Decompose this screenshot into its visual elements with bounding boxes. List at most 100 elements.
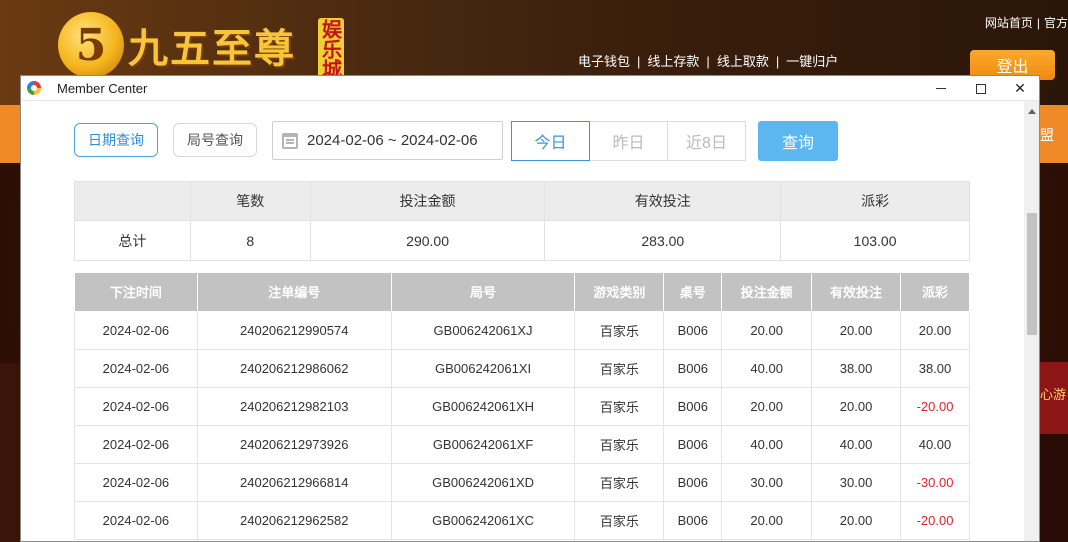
row-game-type: 百家乐 [574, 348, 665, 388]
summary-header-payout: 派彩 [780, 181, 970, 221]
row-payout: -30.00 [900, 462, 970, 502]
quick-range-group: 今日 昨日 近8日 [511, 121, 746, 161]
row-table: B006 [663, 386, 723, 426]
site-logo[interactable]: 5 九五至尊 [58, 12, 296, 78]
row-table: B006 [663, 424, 723, 464]
tab-round-query[interactable]: 局号查询 [173, 123, 257, 157]
member-center-window: Member Center ✕ 日期查询 局号查询 2024-02-06 ~ 2… [20, 75, 1040, 542]
table-row[interactable]: 2024-02-06 240206212973926 GB006242061XF 百家… [74, 424, 970, 464]
row-table: B006 [663, 500, 723, 540]
site-menu-bar-left [0, 105, 20, 163]
detail-header-round[interactable]: 局号 [390, 273, 576, 312]
table-row[interactable]: 2024-02-06 240206212966814 GB006242061XD 百家… [74, 462, 970, 502]
nav-consolidate[interactable]: 一键归户 [786, 54, 838, 69]
summary-count: 8 [189, 220, 311, 261]
summary-payout: 103.00 [780, 220, 970, 261]
table-row[interactable]: 2024-02-06 240206212986062 GB006242061XI 百家… [74, 348, 970, 388]
quick-last8days-button[interactable]: 近8日 [667, 121, 746, 161]
table-row[interactable]: 2024-02-06 240206212990574 GB006242061XJ 百家… [74, 310, 970, 350]
row-table: B006 [663, 310, 723, 350]
row-bet-amount: 20.00 [721, 310, 813, 350]
row-round: GB006242061XJ [390, 310, 576, 350]
site-footer-edge [1040, 434, 1068, 542]
row-payout: -20.00 [900, 386, 970, 426]
vertical-scrollbar[interactable] [1024, 101, 1039, 541]
detail-header-game-type[interactable]: 游戏类别 [574, 273, 665, 312]
row-payout: 20.00 [900, 310, 970, 350]
top-link-official[interactable]: 官方 [1044, 16, 1068, 30]
summary-total-row: 总计 8 290.00 283.00 103.00 [74, 220, 970, 261]
detail-header-valid-bet[interactable]: 有效投注 [811, 273, 901, 312]
row-round: GB006242061XC [390, 500, 576, 540]
tab-date-query[interactable]: 日期查询 [74, 123, 158, 157]
detail-header-payout[interactable]: 派彩 [900, 273, 970, 312]
row-game-type: 百家乐 [574, 462, 665, 502]
calendar-icon [282, 132, 298, 149]
detail-header-row: 下注时间 注单编号 局号 游戏类别 桌号 投注金额 有效投注 派彩 [74, 273, 970, 312]
row-round: GB006242061XI [390, 348, 576, 388]
summary-total-label: 总计 [74, 220, 191, 261]
summary-header-row: 笔数 投注金额 有效投注 派彩 [74, 181, 970, 221]
bet-detail-table: 下注时间 注单编号 局号 游戏类别 桌号 投注金额 有效投注 派彩 2024-0… [74, 273, 970, 540]
row-round: GB006242061XF [390, 424, 576, 464]
detail-header-time[interactable]: 下注时间 [74, 273, 198, 312]
logo-emblem-icon: 5 [58, 12, 124, 78]
query-button[interactable]: 查询 [758, 121, 838, 161]
row-bet-id: 240206212990574 [196, 310, 392, 350]
content-area: 日期查询 局号查询 2024-02-06 ~ 2024-02-06 今日 昨日 … [21, 101, 1024, 541]
close-icon: ✕ [1014, 80, 1026, 97]
row-table: B006 [663, 348, 723, 388]
promo-edge-text: 心游 [1040, 388, 1067, 403]
top-link-home[interactable]: 网站首页 [985, 16, 1033, 30]
window-titlebar[interactable]: Member Center ✕ [21, 76, 1039, 101]
summary-valid-bet: 283.00 [544, 220, 782, 261]
row-valid-bet: 20.00 [811, 500, 901, 540]
row-bet-amount: 40.00 [721, 424, 813, 464]
row-round: GB006242061XD [390, 462, 576, 502]
row-valid-bet: 30.00 [811, 462, 901, 502]
row-valid-bet: 38.00 [811, 348, 901, 388]
detail-header-bet-amount[interactable]: 投注金额 [721, 273, 813, 312]
detail-header-bet-id[interactable]: 注单编号 [196, 273, 392, 312]
logo-badge: 娱乐城 [318, 18, 344, 80]
window-title: Member Center [57, 80, 148, 96]
row-time: 2024-02-06 [74, 424, 198, 464]
row-bet-id: 240206212966814 [196, 462, 392, 502]
browser-app-icon [27, 81, 41, 95]
maximize-button[interactable] [961, 76, 1001, 101]
row-round: GB006242061XH [390, 386, 576, 426]
date-range-input[interactable]: 2024-02-06 ~ 2024-02-06 [272, 121, 503, 160]
row-valid-bet: 20.00 [811, 310, 901, 350]
quick-yesterday-button[interactable]: 昨日 [589, 121, 668, 161]
row-bet-amount: 20.00 [721, 500, 813, 540]
close-button[interactable]: ✕ [1000, 76, 1039, 101]
row-bet-id: 240206212962582 [196, 500, 392, 540]
row-bet-amount: 20.00 [721, 386, 813, 426]
summary-header-bet: 投注金额 [309, 181, 546, 221]
nav-deposit[interactable]: 线上存款 [647, 54, 699, 69]
table-row[interactable]: 2024-02-06 240206212962582 GB006242061XC 百家… [74, 500, 970, 540]
scroll-thumb[interactable] [1027, 213, 1037, 335]
minimize-button[interactable] [921, 76, 961, 101]
detail-header-table[interactable]: 桌号 [663, 273, 723, 312]
row-game-type: 百家乐 [574, 310, 665, 350]
scroll-up-arrow-icon[interactable] [1024, 104, 1039, 114]
nav-withdraw[interactable]: 线上取款 [717, 54, 769, 69]
summary-header-count: 笔数 [189, 181, 311, 221]
row-time: 2024-02-06 [74, 462, 198, 502]
maximize-icon [976, 83, 986, 94]
row-bet-id: 240206212986062 [196, 348, 392, 388]
row-valid-bet: 20.00 [811, 386, 901, 426]
row-bet-amount: 30.00 [721, 462, 813, 502]
summary-header-blank [74, 181, 191, 221]
account-nav: 电子钱包 | 线上存款 | 线上取款 | 一键归户 [578, 54, 839, 69]
summary-header-valid: 有效投注 [544, 181, 782, 221]
logo-text: 九五至尊 [128, 25, 296, 72]
nav-wallet[interactable]: 电子钱包 [578, 54, 630, 69]
table-row[interactable]: 2024-02-06 240206212982103 GB006242061XH 百家… [74, 386, 970, 426]
row-payout: 40.00 [900, 424, 970, 464]
row-game-type: 百家乐 [574, 424, 665, 464]
quick-today-button[interactable]: 今日 [511, 121, 590, 161]
top-links: 网站首页 | 官方 [984, 16, 1068, 30]
site-promo-edge: 心游 [1040, 362, 1068, 434]
